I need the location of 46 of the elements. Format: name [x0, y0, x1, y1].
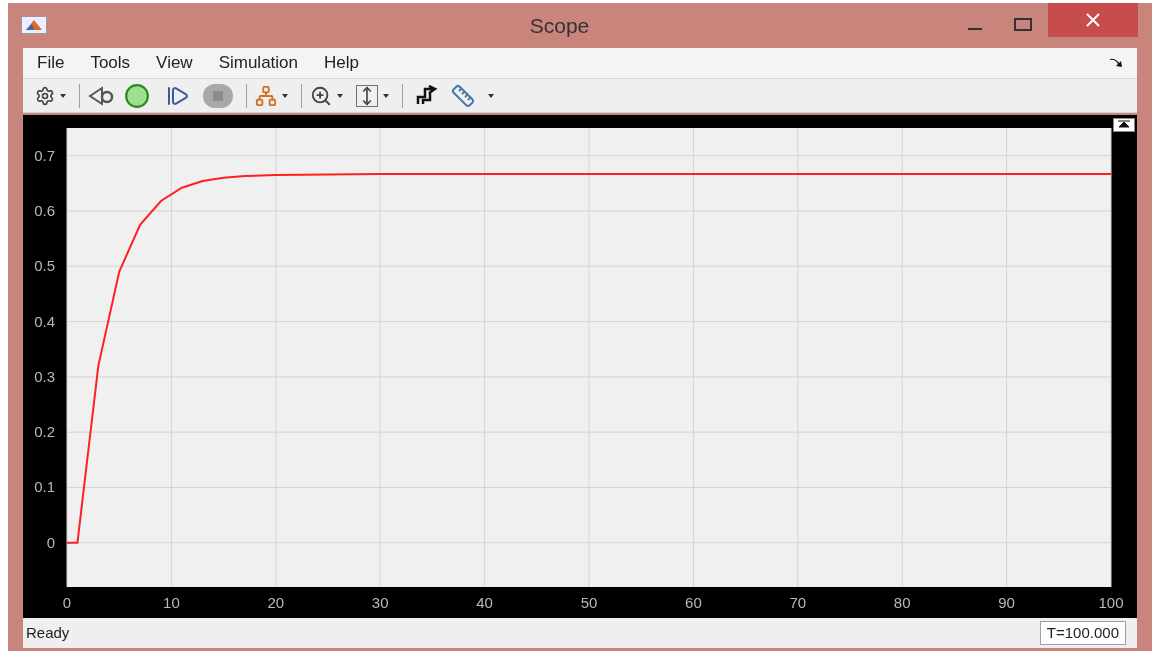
x-tick-label: 40	[476, 594, 493, 612]
close-button[interactable]	[1048, 3, 1138, 37]
y-tick-label: 0.2	[34, 423, 55, 441]
y-tick-label: 0.1	[34, 478, 55, 496]
y-tick-label: 0.4	[34, 312, 55, 330]
y-tick-label: 0.5	[34, 257, 55, 275]
window-title: Scope	[528, 12, 591, 39]
maximize-icon[interactable]	[1014, 18, 1032, 33]
step-back-icon[interactable]	[88, 84, 116, 107]
menu-item[interactable]: Tools	[90, 50, 131, 76]
zoom-in-icon[interactable]	[310, 84, 332, 107]
app-logo-icon	[21, 16, 47, 35]
x-tick-label: 10	[163, 594, 180, 612]
caret-icon[interactable]	[281, 92, 289, 99]
status-text: Ready	[26, 622, 71, 643]
y-tick-label: 0.3	[34, 368, 55, 386]
close-icon	[1086, 13, 1100, 27]
x-tick-label: 70	[789, 594, 807, 612]
caret-icon[interactable]	[336, 92, 344, 99]
caret-icon[interactable]	[487, 92, 495, 99]
y-tick-label: 0.6	[34, 202, 55, 220]
undock-icon[interactable]	[1113, 118, 1135, 133]
fit-axes-icon[interactable]	[356, 84, 378, 107]
menu-item[interactable]: View	[156, 50, 193, 76]
run-icon[interactable]	[124, 82, 150, 109]
menu-item[interactable]: Help	[324, 50, 359, 76]
y-tick-label: 0.7	[34, 146, 55, 164]
x-tick-label: 50	[580, 594, 598, 612]
menu-item[interactable]: File	[37, 50, 65, 76]
dock-arrow-icon[interactable]	[1109, 58, 1123, 69]
x-tick-label: 30	[371, 594, 389, 612]
trigger-icon[interactable]	[415, 84, 439, 107]
x-tick-label: 20	[267, 594, 285, 612]
stop-icon[interactable]	[202, 82, 234, 109]
x-tick-label: 90	[998, 594, 1015, 612]
x-tick-label: 80	[893, 594, 911, 612]
time-display: T=100.000	[1039, 620, 1126, 646]
settings-icon[interactable]	[35, 85, 55, 106]
x-tick-label: 60	[685, 594, 702, 612]
y-tick-label: 0	[46, 534, 55, 551]
x-tick-label: 0	[62, 594, 72, 612]
caret-icon[interactable]	[59, 92, 67, 99]
caret-icon[interactable]	[382, 92, 390, 99]
menu-item[interactable]: Simulation	[218, 50, 298, 76]
x-tick-label: 100	[1098, 594, 1124, 612]
ruler-icon[interactable]	[451, 83, 475, 108]
